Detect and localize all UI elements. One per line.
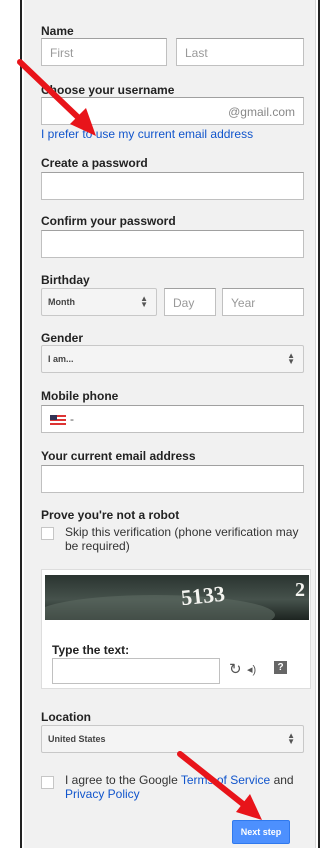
birth-day-input[interactable]: Day bbox=[164, 288, 216, 316]
skip-verification-checkbox[interactable] bbox=[41, 527, 54, 540]
right-margin bbox=[318, 0, 324, 848]
username-label: Choose your username bbox=[41, 83, 175, 97]
location-value: United States bbox=[48, 734, 106, 744]
captcha-number-partial: 2 bbox=[295, 579, 305, 601]
refresh-icon[interactable]: ↻ bbox=[229, 660, 242, 678]
mobile-phone-input[interactable]: - bbox=[41, 405, 304, 433]
birth-month-select[interactable]: Month ▲ ▼ bbox=[41, 288, 157, 316]
location-label: Location bbox=[41, 710, 91, 724]
skip-verification-text: Skip this verification (phone verificati… bbox=[65, 525, 299, 553]
use-current-email-link[interactable]: I prefer to use my current email address bbox=[41, 127, 253, 141]
robot-label: Prove you're not a robot bbox=[41, 508, 180, 522]
audio-icon[interactable]: ◂) bbox=[247, 663, 256, 676]
location-select[interactable]: United States ▲ ▼ bbox=[41, 725, 304, 753]
gender-value: I am... bbox=[48, 354, 74, 364]
last-name-input[interactable]: Last bbox=[176, 38, 304, 66]
gender-label: Gender bbox=[41, 331, 84, 345]
birth-year-placeholder: Year bbox=[231, 296, 256, 310]
last-name-placeholder: Last bbox=[185, 46, 208, 60]
captcha-number: 5133 bbox=[179, 580, 227, 611]
current-email-input[interactable] bbox=[41, 465, 304, 493]
type-text-label: Type the text: bbox=[52, 643, 130, 657]
gmail-suffix: @gmail.com bbox=[228, 105, 295, 119]
name-label: Name bbox=[41, 24, 74, 38]
left-margin bbox=[0, 0, 22, 848]
terms-of-service-link[interactable]: Terms of Service bbox=[181, 773, 270, 787]
gender-select[interactable]: I am... ▲ ▼ bbox=[41, 345, 304, 373]
agree-terms-checkbox[interactable] bbox=[41, 776, 54, 789]
confirm-password-label: Confirm your password bbox=[41, 214, 176, 228]
help-icon[interactable]: ? bbox=[274, 661, 287, 674]
birth-day-placeholder: Day bbox=[173, 296, 195, 310]
password-input[interactable] bbox=[41, 172, 304, 200]
confirm-password-input[interactable] bbox=[41, 230, 304, 258]
us-flag-icon[interactable] bbox=[50, 415, 66, 425]
mobile-phone-label: Mobile phone bbox=[41, 389, 119, 403]
mobile-prefix: - bbox=[70, 412, 74, 426]
signup-form: Name First Last Choose your username @gm… bbox=[24, 0, 316, 848]
birthday-label: Birthday bbox=[41, 273, 90, 287]
captcha-box: 5133 2 Type the text: ↻ ◂) ? bbox=[41, 569, 311, 689]
select-arrows-icon: ▲ ▼ bbox=[287, 351, 295, 366]
captcha-background-shape bbox=[45, 595, 275, 620]
agree-prefix: I agree to the Google bbox=[65, 773, 181, 787]
captcha-image: 5133 2 bbox=[45, 575, 309, 620]
page: Name First Last Choose your username @gm… bbox=[0, 0, 324, 848]
birth-month-value: Month bbox=[48, 297, 75, 307]
select-arrows-icon: ▲ ▼ bbox=[140, 294, 148, 309]
birth-year-input[interactable]: Year bbox=[222, 288, 304, 316]
agree-terms-text: I agree to the Google Terms of Service a… bbox=[65, 773, 305, 801]
privacy-policy-link[interactable]: Privacy Policy bbox=[65, 787, 140, 801]
select-arrows-icon: ▲ ▼ bbox=[287, 731, 295, 746]
agree-and: and bbox=[270, 773, 294, 787]
first-name-placeholder: First bbox=[50, 46, 74, 60]
username-input[interactable]: @gmail.com bbox=[41, 97, 304, 125]
next-step-button[interactable]: Next step bbox=[232, 820, 290, 844]
first-name-input[interactable]: First bbox=[41, 38, 167, 66]
password-label: Create a password bbox=[41, 156, 148, 170]
captcha-input[interactable] bbox=[52, 658, 220, 684]
current-email-label: Your current email address bbox=[41, 449, 196, 463]
